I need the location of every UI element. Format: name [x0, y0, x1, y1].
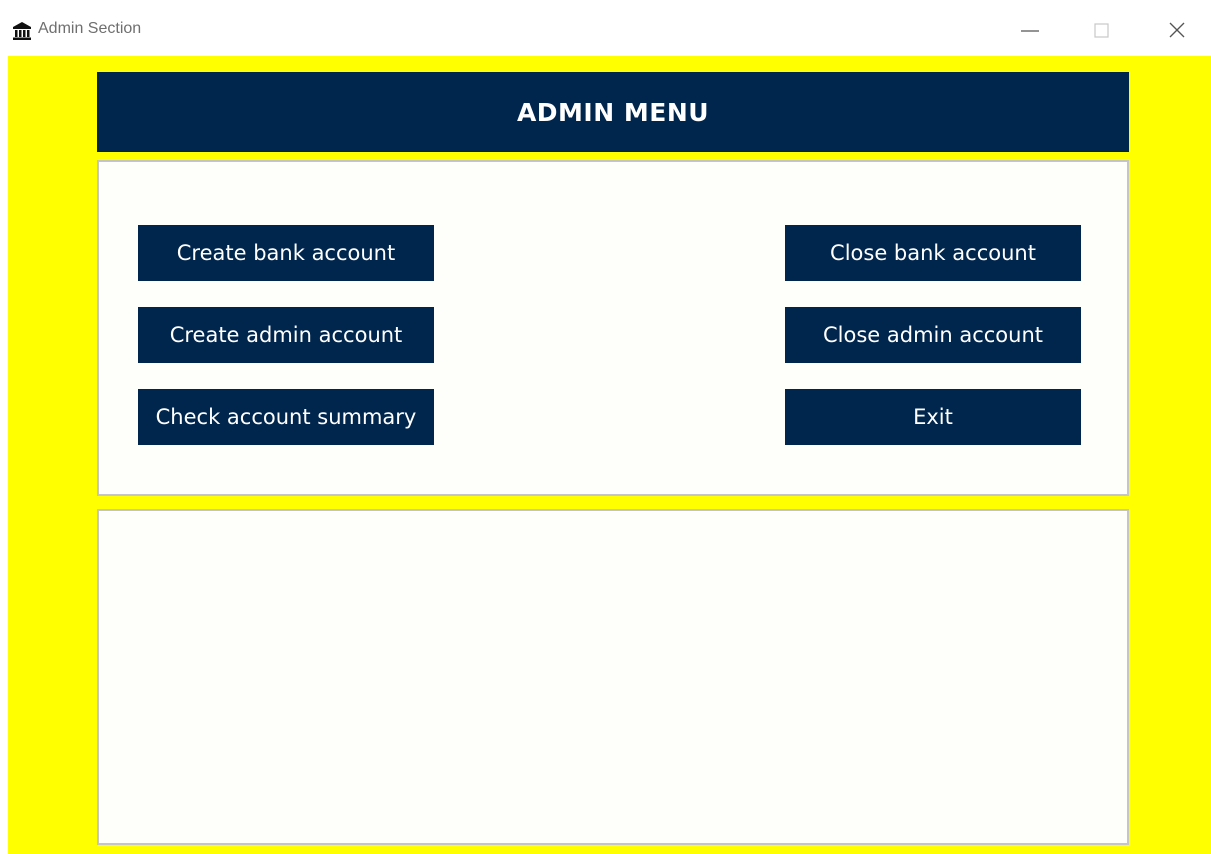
- close-icon: [1169, 22, 1185, 38]
- exit-button[interactable]: Exit: [785, 389, 1081, 445]
- maximize-button[interactable]: [1080, 12, 1124, 48]
- window-title: Admin Section: [38, 20, 142, 37]
- close-bank-account-button[interactable]: Close bank account: [785, 225, 1081, 281]
- title-bar[interactable]: Admin Section: [0, 0, 1211, 56]
- client-area: ADMIN MENU Create bank account Create ad…: [8, 56, 1211, 854]
- close-button[interactable]: [1155, 12, 1199, 48]
- page-title: ADMIN MENU: [516, 97, 710, 127]
- create-bank-account-button[interactable]: Create bank account: [138, 225, 434, 281]
- admin-window: Admin Section ADMIN MENU Create bank acc…: [0, 0, 1211, 854]
- check-account-summary-button[interactable]: Check account summary: [138, 389, 434, 445]
- maximize-icon: [1094, 23, 1109, 38]
- minimize-icon: [1021, 30, 1039, 32]
- create-admin-account-button[interactable]: Create admin account: [138, 307, 434, 363]
- menu-panel: Create bank account Create admin account…: [97, 160, 1129, 496]
- minimize-button[interactable]: [1009, 12, 1053, 48]
- output-panel[interactable]: [97, 509, 1129, 845]
- close-admin-account-button[interactable]: Close admin account: [785, 307, 1081, 363]
- bank-icon: [12, 21, 32, 41]
- admin-menu-header: ADMIN MENU: [97, 72, 1129, 152]
